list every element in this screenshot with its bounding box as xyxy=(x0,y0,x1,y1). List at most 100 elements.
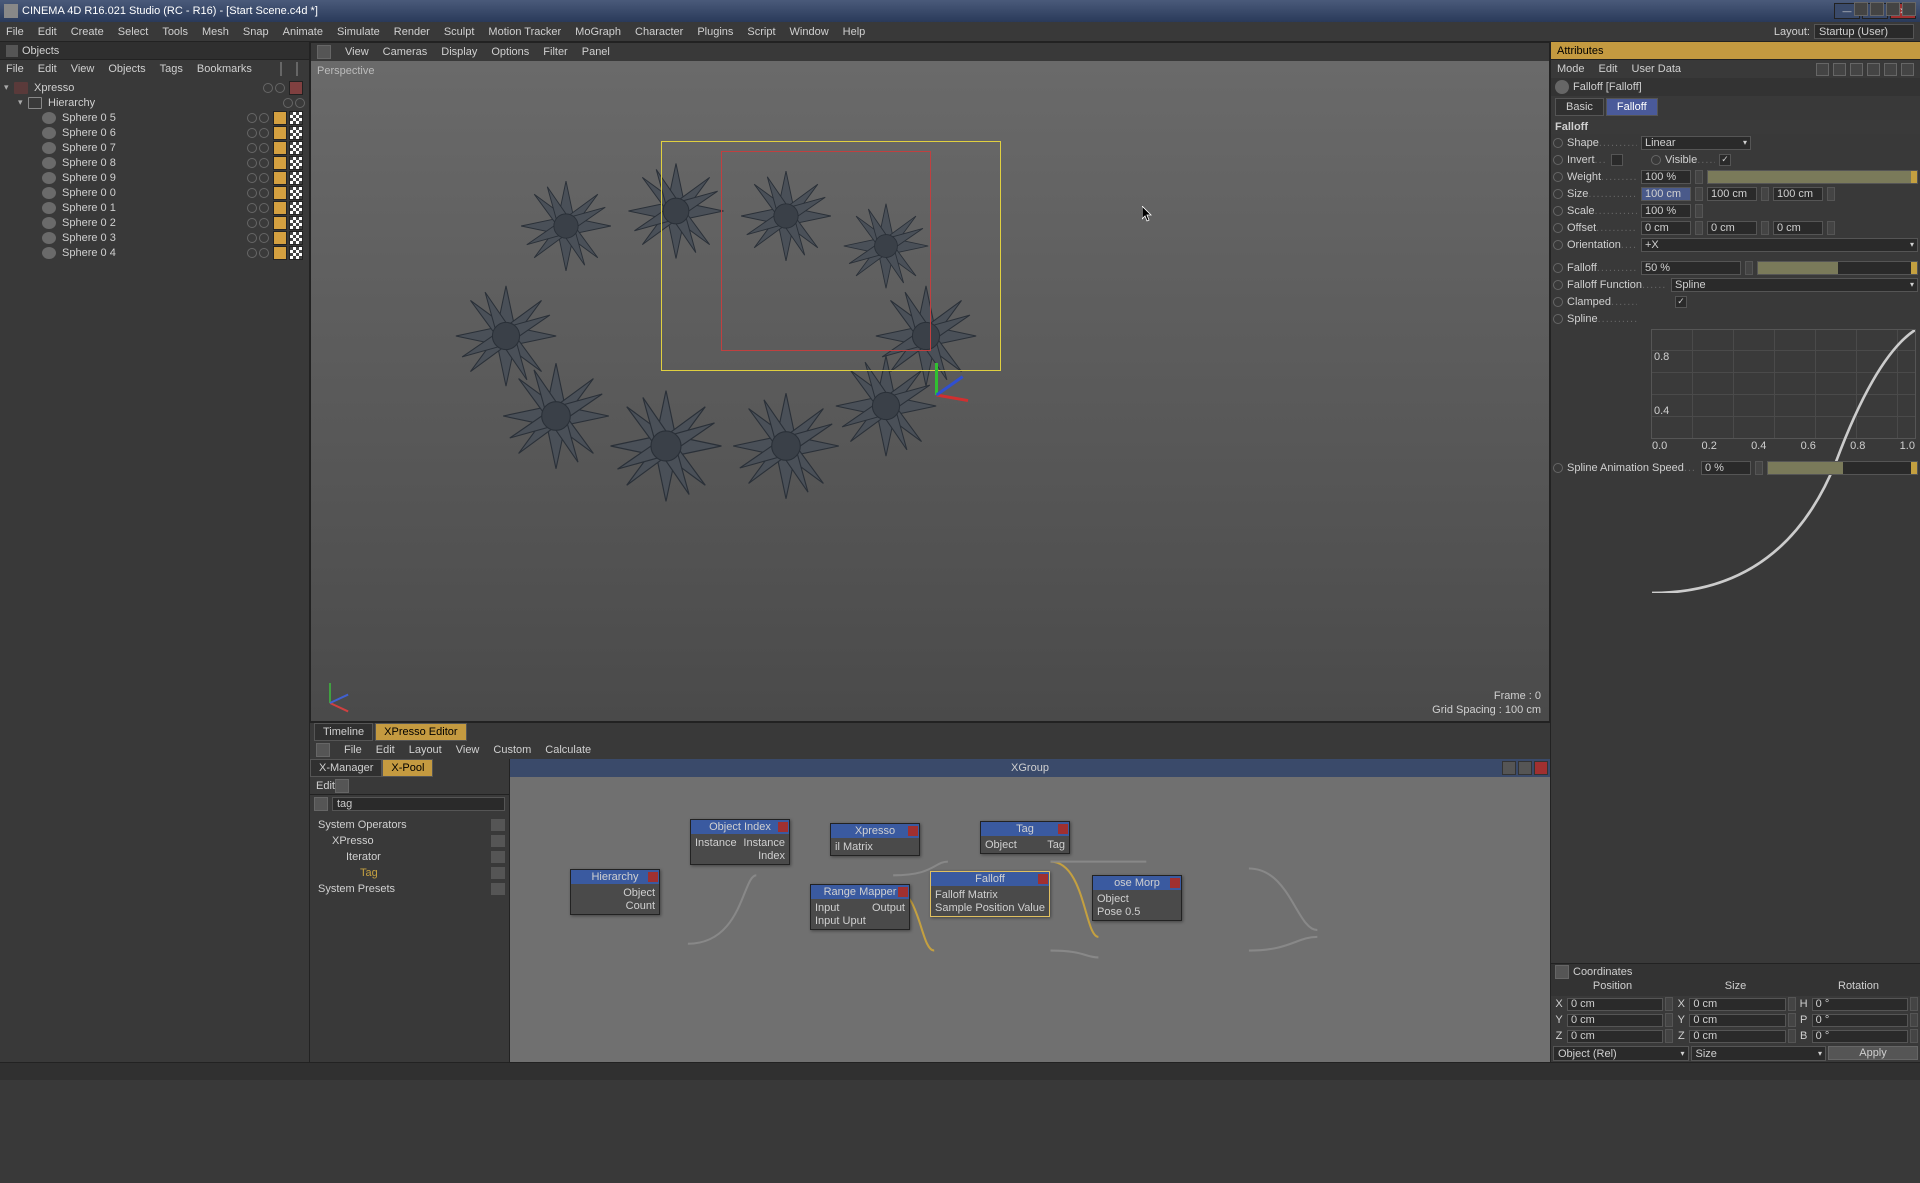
pos-Z-field[interactable]: 0 cm xyxy=(1567,1030,1663,1043)
xpool-edit-menu[interactable]: Edit xyxy=(316,780,335,792)
offset-y-spinner[interactable] xyxy=(1761,221,1769,235)
tree-item[interactable]: Sphere 0 7 xyxy=(0,140,309,155)
tree-item[interactable]: Sphere 0 1 xyxy=(0,200,309,215)
scene-object[interactable] xyxy=(834,354,939,459)
xgroup-min-icon[interactable] xyxy=(1502,761,1516,775)
obj-menu-objects[interactable]: Objects xyxy=(108,63,145,75)
scene-object[interactable] xyxy=(608,388,724,504)
offset-x-field[interactable]: 0 cm xyxy=(1641,221,1691,235)
menu-animate[interactable]: Animate xyxy=(283,26,323,38)
menu-create[interactable]: Create xyxy=(71,26,104,38)
scene-object[interactable] xyxy=(501,361,611,471)
view-menu-filter[interactable]: Filter xyxy=(543,46,567,58)
attr-menu-userdata[interactable]: User Data xyxy=(1632,63,1682,75)
tree-item[interactable]: Sphere 0 5 xyxy=(0,110,309,125)
node-posemorph[interactable]: ose Morp Object Pose 0.5 xyxy=(1092,875,1182,921)
xpool-tree[interactable]: System OperatorsXPressoIteratorTagSystem… xyxy=(310,813,509,1062)
attr-pin-icon[interactable] xyxy=(1901,63,1914,76)
pos-X-field[interactable]: 0 cm xyxy=(1567,998,1663,1011)
ed-menu-view[interactable]: View xyxy=(456,744,480,756)
param-dot-icon[interactable] xyxy=(1553,206,1563,216)
ed-menu-custom[interactable]: Custom xyxy=(493,744,531,756)
menu-mesh[interactable]: Mesh xyxy=(202,26,229,38)
param-dot-icon[interactable] xyxy=(1553,314,1563,324)
size-Z-field[interactable]: 0 cm xyxy=(1689,1030,1785,1043)
menu-plugins[interactable]: Plugins xyxy=(697,26,733,38)
ed-menu-file[interactable]: File xyxy=(344,744,362,756)
size-z-field[interactable]: 100 cm xyxy=(1773,187,1823,201)
menu-sculpt[interactable]: Sculpt xyxy=(444,26,475,38)
node-objectindex[interactable]: Object Index InstanceInstance Index xyxy=(690,819,790,865)
param-dot-icon[interactable] xyxy=(1553,172,1563,182)
offset-z-field[interactable]: 0 cm xyxy=(1773,221,1823,235)
menu-edit[interactable]: Edit xyxy=(38,26,57,38)
param-dot-icon[interactable] xyxy=(1553,155,1563,165)
spline-graph[interactable]: 0.80.4 0.00.20.40.60.81.0 xyxy=(1651,329,1916,439)
rot-H-field[interactable]: 0 ° xyxy=(1812,998,1908,1011)
tree-item[interactable]: Sphere 0 6 xyxy=(0,125,309,140)
param-dot-icon[interactable] xyxy=(1553,263,1563,273)
falloff-function-select[interactable]: Spline xyxy=(1671,278,1918,292)
tree-item[interactable]: Sphere 0 2 xyxy=(0,215,309,230)
scene-object[interactable] xyxy=(519,179,613,273)
view-menu-panel[interactable]: Panel xyxy=(582,46,610,58)
menu-window[interactable]: Window xyxy=(790,26,829,38)
node-graph[interactable]: XGroup Hierarchy xyxy=(510,759,1550,1062)
menu-tools[interactable]: Tools xyxy=(162,26,188,38)
view-menu-cameras[interactable]: Cameras xyxy=(383,46,428,58)
xpool-item[interactable]: System Presets xyxy=(314,881,505,897)
menu-mograph[interactable]: MoGraph xyxy=(575,26,621,38)
eye-icon[interactable] xyxy=(296,62,298,76)
attr-up-icon[interactable] xyxy=(1850,63,1863,76)
size-z-spinner[interactable] xyxy=(1827,187,1835,201)
spline-speed-slider[interactable] xyxy=(1767,461,1918,475)
xpool-search-input[interactable] xyxy=(332,797,505,811)
ed-menu-calculate[interactable]: Calculate xyxy=(545,744,591,756)
view-move-icon[interactable] xyxy=(1854,2,1868,16)
orientation-select[interactable]: +X xyxy=(1641,238,1918,252)
tree-item[interactable]: Sphere 0 8 xyxy=(0,155,309,170)
weight-spinner[interactable] xyxy=(1695,170,1703,184)
param-dot-icon[interactable] xyxy=(1651,155,1661,165)
menu-render[interactable]: Render xyxy=(394,26,430,38)
scale-spinner[interactable] xyxy=(1695,204,1703,218)
size-y-field[interactable]: 100 cm xyxy=(1707,187,1757,201)
attr-lock-icon[interactable] xyxy=(1867,63,1880,76)
offset-x-spinner[interactable] xyxy=(1695,221,1703,235)
ed-menu-layout[interactable]: Layout xyxy=(409,744,442,756)
falloff-spinner[interactable] xyxy=(1745,261,1753,275)
view-rotate-icon[interactable] xyxy=(1870,2,1884,16)
tree-item[interactable]: Sphere 0 4 xyxy=(0,245,309,260)
tree-item[interactable]: Sphere 0 0 xyxy=(0,185,309,200)
xpool-item[interactable]: System Operators xyxy=(314,817,505,833)
size-y-spinner[interactable] xyxy=(1761,187,1769,201)
view-nav-icon[interactable] xyxy=(317,45,331,59)
view-menu-display[interactable]: Display xyxy=(441,46,477,58)
param-dot-icon[interactable] xyxy=(1553,463,1563,473)
node-falloff[interactable]: Falloff Falloff Matrix Sample PositionVa… xyxy=(930,871,1050,917)
tab-xpool[interactable]: X-Pool xyxy=(382,759,433,777)
scene-object[interactable] xyxy=(739,169,833,263)
obj-menu-bookmarks[interactable]: Bookmarks xyxy=(197,63,252,75)
scene-object[interactable] xyxy=(731,391,841,501)
offset-y-field[interactable]: 0 cm xyxy=(1707,221,1757,235)
coord-mode2-select[interactable]: Size xyxy=(1691,1046,1827,1061)
tree-item[interactable]: ▾Hierarchy xyxy=(0,95,309,110)
tree-item[interactable]: Sphere 0 9 xyxy=(0,170,309,185)
falloff-slider[interactable] xyxy=(1757,261,1918,275)
apply-button[interactable]: Apply xyxy=(1828,1046,1918,1060)
menu-help[interactable]: Help xyxy=(843,26,866,38)
weight-field[interactable]: 100 % xyxy=(1641,170,1691,184)
viewport[interactable]: Perspective Frame : 0 xyxy=(311,61,1549,721)
tab-timeline[interactable]: Timeline xyxy=(314,723,373,741)
param-dot-icon[interactable] xyxy=(1553,189,1563,199)
falloff-field[interactable]: 50 % xyxy=(1641,261,1741,275)
menu-motiontracker[interactable]: Motion Tracker xyxy=(488,26,561,38)
node-tag[interactable]: Tag ObjectTag xyxy=(980,821,1070,854)
xpool-cancel-icon[interactable] xyxy=(314,797,328,811)
tab-basic[interactable]: Basic xyxy=(1555,98,1604,116)
xpool-item[interactable]: Iterator xyxy=(314,849,505,865)
invert-checkbox[interactable] xyxy=(1611,154,1623,166)
xpool-new-icon[interactable] xyxy=(335,779,349,793)
size-x-field[interactable]: 100 cm xyxy=(1641,187,1691,201)
